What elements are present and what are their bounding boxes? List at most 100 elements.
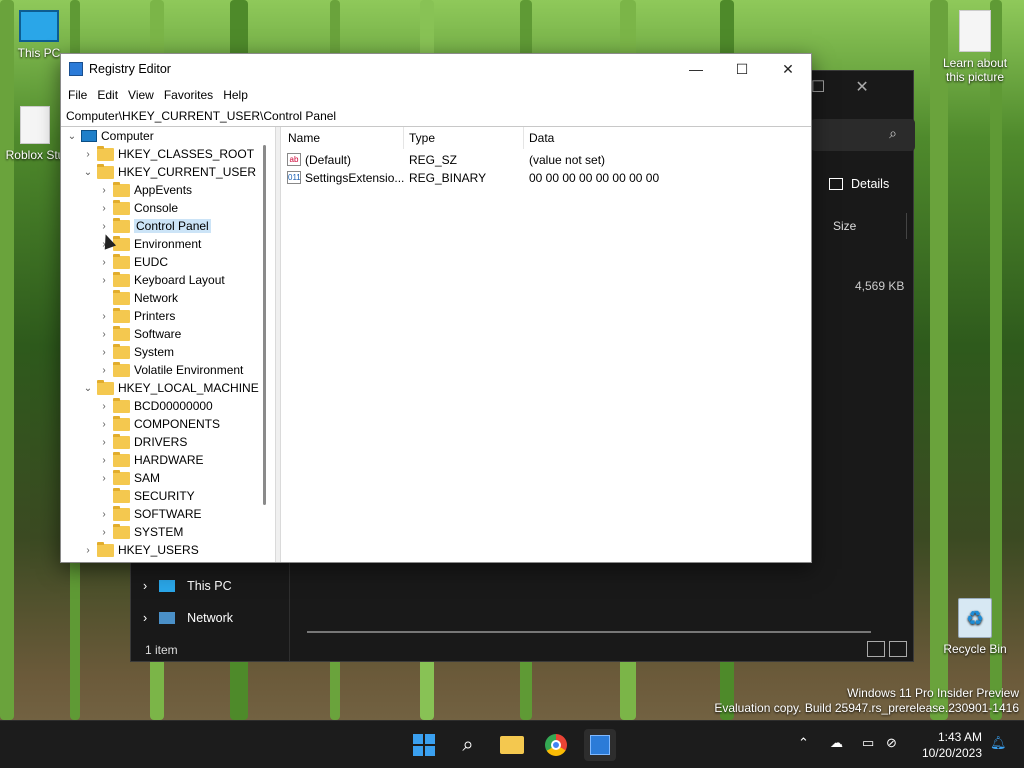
folder-icon — [113, 415, 130, 431]
column-header-type[interactable]: Type — [409, 131, 435, 145]
nav-item-this-pc[interactable]: › This PC — [143, 579, 232, 593]
menu-view[interactable]: View — [123, 88, 159, 102]
chevron-right-icon[interactable]: › — [97, 185, 111, 196]
tree-node-label: HKEY_CURRENT_USER — [118, 165, 257, 179]
minimize-button[interactable]: — — [673, 54, 719, 84]
title-bar[interactable]: Registry Editor — ☐ ✕ — [61, 54, 811, 84]
tree-node-network[interactable]: Network — [97, 289, 178, 307]
menu-edit[interactable]: Edit — [92, 88, 123, 102]
horizontal-scrollbar[interactable] — [307, 631, 871, 633]
chevron-right-icon[interactable]: › — [143, 611, 147, 625]
chevron-right-icon[interactable]: › — [97, 527, 111, 538]
tree-node-security[interactable]: SECURITY — [97, 487, 195, 505]
chevron-right-icon[interactable]: › — [143, 579, 147, 593]
tree-node-eudc[interactable]: › EUDC — [97, 253, 168, 271]
tree-node-system-hklm[interactable]: › SYSTEM — [97, 523, 183, 541]
tree-node-system[interactable]: › System — [97, 343, 174, 361]
file-explorer-taskbar-button[interactable] — [496, 729, 528, 761]
chevron-right-icon[interactable]: › — [81, 149, 95, 160]
chevron-right-icon[interactable]: › — [97, 509, 111, 520]
column-header-size[interactable]: Size — [825, 213, 907, 239]
maximize-icon[interactable]: ☐ — [811, 77, 825, 97]
tree-node-hku[interactable]: › HKEY_USERS — [81, 541, 199, 559]
values-list[interactable]: Name Type Data ab (Default) REG_SZ (valu… — [281, 127, 811, 562]
maximize-button[interactable]: ☐ — [719, 54, 765, 84]
tree-node-sam[interactable]: › SAM — [97, 469, 160, 487]
tree-node-volatile-environment[interactable]: › Volatile Environment — [97, 361, 243, 379]
menu-favorites[interactable]: Favorites — [159, 88, 218, 102]
chevron-down-icon[interactable]: ⌄ — [81, 167, 95, 178]
chevron-right-icon[interactable]: › — [97, 257, 111, 268]
start-button[interactable] — [408, 729, 440, 761]
tree-node-label: Control Panel — [134, 219, 211, 233]
tree-node-keyboard-layout[interactable]: › Keyboard Layout — [97, 271, 225, 289]
tree-node-bcd[interactable]: › BCD00000000 — [97, 397, 213, 415]
chevron-down-icon[interactable]: ⌄ — [81, 383, 95, 394]
regedit-taskbar-button[interactable] — [584, 729, 616, 761]
registry-tree[interactable]: ⌄ Computer › HKEY_CLASSES_ROOT ⌄ HKEY_CURRE… — [61, 127, 275, 562]
menu-file[interactable]: File — [63, 88, 92, 102]
chevron-right-icon[interactable]: › — [97, 437, 111, 448]
desktop-icon-learn-about-picture[interactable]: Learn about this picture — [935, 10, 1015, 84]
desktop-icon-recycle-bin[interactable]: ♻ Recycle Bin — [935, 598, 1015, 656]
details-label: Details — [851, 177, 890, 191]
nav-item-network[interactable]: › Network — [143, 611, 233, 625]
tree-node-printers[interactable]: › Printers — [97, 307, 175, 325]
chevron-right-icon[interactable]: › — [97, 347, 111, 358]
close-button[interactable]: ✕ — [765, 54, 811, 84]
chevron-down-icon[interactable]: ⌄ — [65, 131, 79, 142]
chrome-taskbar-button[interactable] — [540, 729, 572, 761]
chevron-right-icon[interactable]: › — [97, 473, 111, 484]
column-header-data[interactable]: Data — [529, 131, 554, 145]
tree-node-hklm[interactable]: ⌄ HKEY_LOCAL_MACHINE — [81, 379, 259, 397]
desktop-icon-label: Learn about this picture — [942, 56, 1008, 84]
details-pane-icon — [829, 178, 843, 190]
tree-node-appevents[interactable]: › AppEvents — [97, 181, 192, 199]
address-bar[interactable]: Computer\HKEY_CURRENT_USER\Control Panel — [61, 106, 811, 127]
registry-editor-window[interactable]: Registry Editor — ☐ ✕ File Edit View Fav… — [60, 53, 812, 563]
tree-node-computer[interactable]: ⌄ Computer — [65, 127, 154, 145]
chevron-right-icon[interactable]: › — [81, 545, 95, 556]
network-disconnected-icon[interactable]: ⊘ — [886, 735, 897, 751]
tree-node-drivers[interactable]: › DRIVERS — [97, 433, 187, 451]
value-row[interactable]: ab (Default) REG_SZ (value not set) — [281, 151, 811, 169]
large-icons-view-icon[interactable] — [889, 641, 907, 657]
show-hidden-icons-chevron[interactable]: ⌃ — [798, 735, 809, 751]
notification-bell-icon[interactable]: 🔔︎ — [990, 735, 1007, 751]
chevron-right-icon[interactable]: › — [97, 275, 111, 286]
chevron-right-icon[interactable]: › — [97, 365, 111, 376]
chevron-right-icon[interactable]: › — [97, 455, 111, 466]
file-shortcut-icon — [20, 106, 50, 144]
window-title: Registry Editor — [89, 62, 171, 76]
close-icon[interactable]: ✕ — [855, 77, 868, 97]
details-view-icon[interactable] — [867, 641, 885, 657]
chevron-right-icon[interactable]: › — [97, 311, 111, 322]
tree-node-software[interactable]: › Software — [97, 325, 181, 343]
folder-icon — [113, 271, 130, 287]
display-icon[interactable]: ▭ — [862, 735, 874, 751]
value-row[interactable]: 011 SettingsExtensio... REG_BINARY 00 00… — [281, 169, 811, 187]
tree-scrollbar[interactable] — [263, 145, 266, 505]
chevron-right-icon[interactable]: › — [97, 221, 111, 232]
onedrive-icon[interactable]: ☁ — [830, 735, 843, 751]
tree-node-components[interactable]: › COMPONENTS — [97, 415, 220, 433]
chevron-right-icon[interactable]: › — [97, 329, 111, 340]
column-header-name[interactable]: Name — [288, 131, 320, 145]
evaluation-watermark: Windows 11 Pro Insider Preview Evaluatio… — [714, 686, 1019, 716]
system-clock[interactable]: 1:43 AM 10/20/2023 — [922, 729, 982, 761]
tree-node-hkcr[interactable]: › HKEY_CLASSES_ROOT — [81, 145, 254, 163]
explorer-search-box[interactable]: ⌕ — [811, 119, 915, 151]
details-button[interactable]: Details — [829, 177, 889, 191]
folder-icon — [113, 361, 130, 377]
tree-node-hardware[interactable]: › HARDWARE — [97, 451, 204, 469]
search-button[interactable]: ⌕ — [452, 729, 484, 761]
tree-node-console[interactable]: › Console — [97, 199, 178, 217]
chevron-right-icon[interactable]: › — [97, 419, 111, 430]
tree-node-control-panel[interactable]: › Control Panel — [97, 217, 211, 235]
tree-node-software-hklm[interactable]: › SOFTWARE — [97, 505, 202, 523]
tree-node-hkcu[interactable]: ⌄ HKEY_CURRENT_USER — [81, 163, 256, 181]
chevron-right-icon[interactable]: › — [97, 401, 111, 412]
chevron-right-icon[interactable]: › — [97, 203, 111, 214]
tree-node-label: HKEY_CLASSES_ROOT — [118, 147, 255, 161]
menu-help[interactable]: Help — [218, 88, 253, 102]
